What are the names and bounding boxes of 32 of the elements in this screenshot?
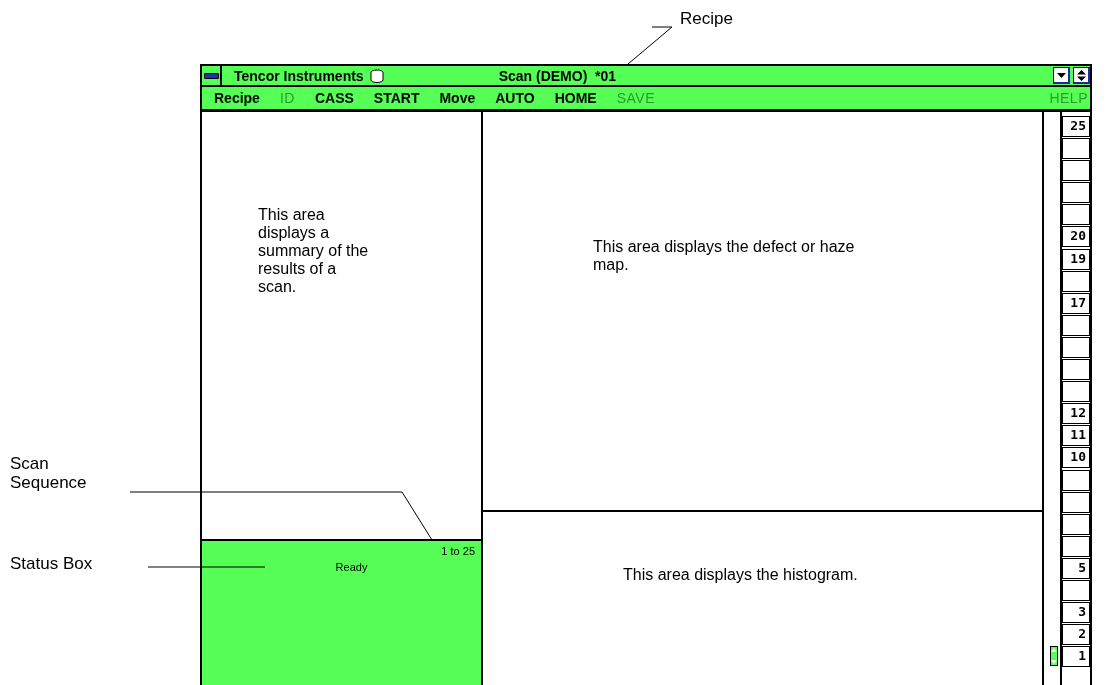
menu-item[interactable]: Move: [439, 90, 476, 106]
callout-label: Status Box: [10, 554, 93, 573]
window-title: Scan (DEMO) *01: [498, 67, 618, 84]
wafer-slot: 10: [1062, 447, 1090, 469]
menu-item[interactable]: HOME: [554, 90, 597, 106]
callout-label: Recipe: [680, 9, 733, 28]
wafer-slot: 17: [1062, 292, 1090, 314]
restore-button[interactable]: [1073, 67, 1090, 84]
menu-item[interactable]: CASS: [314, 90, 354, 106]
wafer-slot: 12: [1062, 403, 1090, 425]
up-down-arrow-icon: [1076, 69, 1086, 81]
app-name: Tencor Instruments: [234, 67, 364, 84]
status-text: Ready: [335, 561, 368, 573]
wafer-slot: 20: [1062, 226, 1090, 248]
wafer-slot: 25: [1062, 116, 1090, 137]
menu-item[interactable]: Recipe: [214, 90, 260, 106]
wafer-slot: 1: [1062, 646, 1090, 668]
wafer-slot: 5: [1062, 557, 1090, 579]
histogram-description: This area displays the histogram.: [623, 566, 859, 584]
system-menu-button[interactable]: [202, 66, 222, 85]
summary-description: This area displays a summary of the results of a scan.: [258, 206, 370, 296]
wafer-slot: 11: [1062, 425, 1090, 447]
menu-item[interactable]: START: [373, 90, 420, 106]
menu-item[interactable]: AUTO: [495, 90, 535, 106]
map-description: This area displays the defect or haze map.: [593, 238, 856, 274]
wafer-slot: 3: [1062, 602, 1090, 624]
scan-sequence: 1 to 25: [441, 545, 475, 557]
wafer-slot: 2: [1062, 624, 1090, 646]
minimize-button[interactable]: [1053, 67, 1070, 84]
slot-indicator-icon: [1050, 646, 1058, 667]
callout-label: Scan Sequence: [10, 454, 88, 492]
wafer-slot: 19: [1062, 248, 1090, 270]
